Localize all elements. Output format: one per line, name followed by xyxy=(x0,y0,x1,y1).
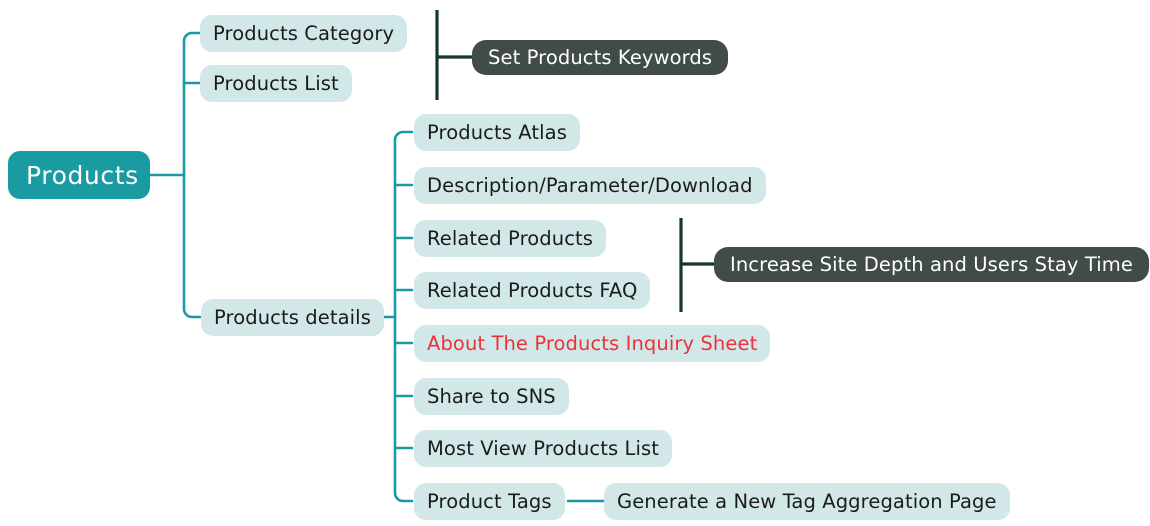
connector-subtrunk-main xyxy=(393,130,414,503)
node-root-label: Products xyxy=(26,160,139,190)
node-related-products-faq-label: Related Products FAQ xyxy=(427,279,638,302)
node-products-list[interactable]: Products List xyxy=(200,65,352,102)
node-products-atlas-label: Products Atlas xyxy=(427,121,567,144)
node-product-tags[interactable]: Product Tags xyxy=(414,483,565,520)
node-related-products-faq[interactable]: Related Products FAQ xyxy=(414,272,651,309)
node-most-view-products-list[interactable]: Most View Products List xyxy=(414,430,673,467)
node-products-category[interactable]: Products Category xyxy=(200,15,408,52)
annotation-increase-site-depth[interactable]: Increase Site Depth and Users Stay Time xyxy=(714,247,1149,282)
node-related-products[interactable]: Related Products xyxy=(414,220,607,257)
annotation-set-products-keywords-label: Set Products Keywords xyxy=(488,46,713,69)
node-root-products[interactable]: Products xyxy=(8,151,150,199)
connector-trunk-main xyxy=(182,31,202,319)
node-description-parameter-download-label: Description/Parameter/Download xyxy=(427,174,753,197)
node-share-to-sns[interactable]: Share to SNS xyxy=(414,378,569,415)
node-related-products-label: Related Products xyxy=(427,227,594,250)
node-products-atlas[interactable]: Products Atlas xyxy=(414,114,580,151)
mindmap-canvas: Products Products Category Products List… xyxy=(0,0,1150,526)
node-about-products-inquiry-sheet[interactable]: About The Products Inquiry Sheet xyxy=(414,325,771,362)
annotation-set-products-keywords[interactable]: Set Products Keywords xyxy=(472,40,729,75)
node-share-to-sns-label: Share to SNS xyxy=(427,385,556,408)
node-about-products-inquiry-sheet-label: About The Products Inquiry Sheet xyxy=(427,332,758,355)
node-products-details-label: Products details xyxy=(214,306,371,329)
node-product-tags-label: Product Tags xyxy=(427,490,552,513)
node-products-category-label: Products Category xyxy=(213,22,395,45)
node-most-view-products-list-label: Most View Products List xyxy=(427,437,660,460)
node-generate-new-tag-aggregation-page[interactable]: Generate a New Tag Aggregation Page xyxy=(604,483,1010,520)
node-products-list-label: Products List xyxy=(213,72,339,95)
node-products-details[interactable]: Products details xyxy=(201,299,384,336)
node-generate-new-tag-aggregation-page-label: Generate a New Tag Aggregation Page xyxy=(617,490,997,513)
node-description-parameter-download[interactable]: Description/Parameter/Download xyxy=(414,167,766,204)
annotation-increase-site-depth-label: Increase Site Depth and Users Stay Time xyxy=(730,253,1133,276)
